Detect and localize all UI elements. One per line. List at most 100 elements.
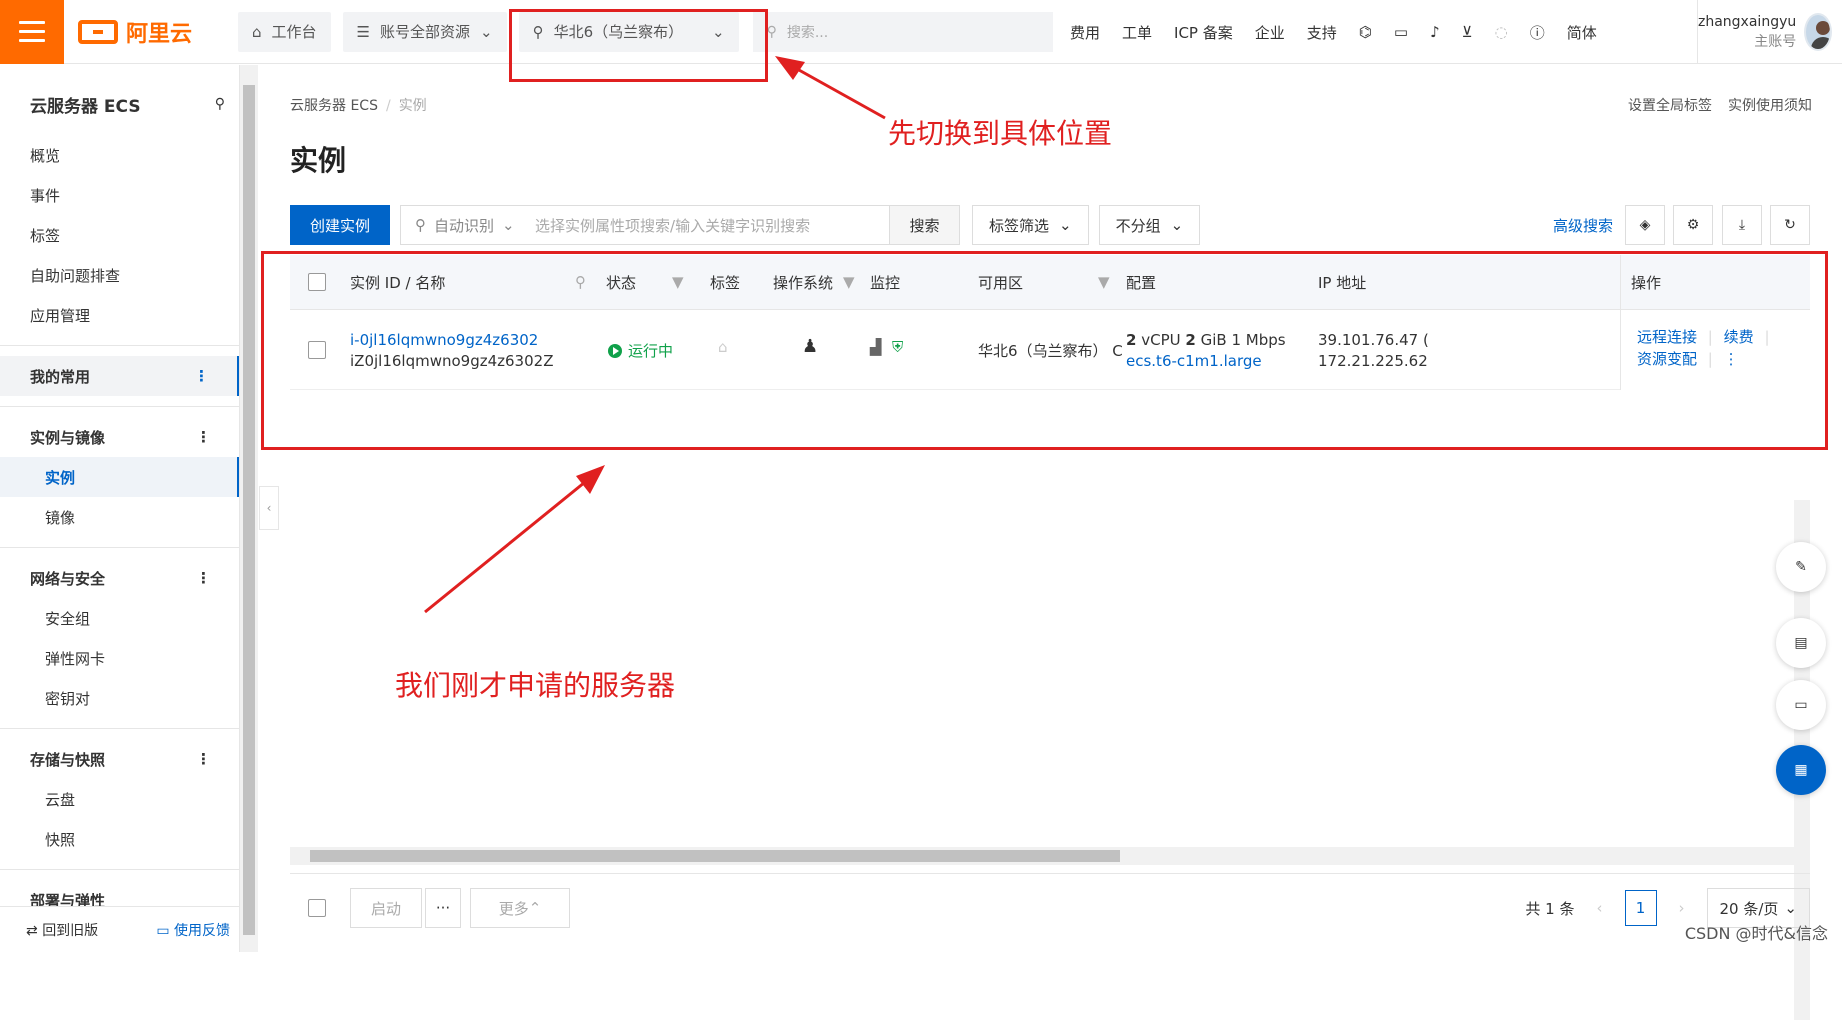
- apps-grid-icon[interactable]: ▦: [1776, 745, 1826, 795]
- back-to-old-version[interactable]: ⇄ 回到旧版: [26, 920, 98, 940]
- top-link-enterprise[interactable]: 企业: [1255, 22, 1285, 43]
- top-link-icp[interactable]: ICP 备案: [1174, 22, 1233, 43]
- sidebar-group-instances-images[interactable]: 实例与镜像 ⋮: [0, 417, 239, 457]
- gear-icon[interactable]: ⚙: [1673, 205, 1713, 245]
- collapse-sidebar-button[interactable]: ‹: [259, 486, 279, 530]
- bell-icon[interactable]: ♪: [1430, 23, 1440, 41]
- group-label: 我的常用: [30, 366, 90, 387]
- page-title: 实例: [290, 139, 346, 179]
- sidebar: 云服务器 ECS ⚲ 概览 事件 标签 自助问题排查 应用管理 我的常用 ⋮ 实…: [0, 65, 240, 952]
- sidebar-item-events[interactable]: 事件: [0, 175, 239, 215]
- divider: [0, 406, 239, 407]
- breadcrumb-ecs[interactable]: 云服务器 ECS: [290, 98, 378, 114]
- terminal-icon[interactable]: ▭: [1394, 23, 1408, 41]
- brand-logo[interactable]: 阿里云: [78, 16, 198, 48]
- sidebar-item-instance[interactable]: 实例: [0, 457, 239, 497]
- aliyun-logo-icon: [78, 20, 118, 44]
- top-link-support[interactable]: 支持: [1307, 22, 1337, 43]
- top-link-ticket[interactable]: 工单: [1122, 22, 1152, 43]
- footer-select-checkbox[interactable]: [308, 899, 326, 917]
- annotation-our-server: 我们刚才申请的服务器: [395, 664, 675, 704]
- start-button[interactable]: 启动: [350, 888, 422, 928]
- sidebar-title: 云服务器 ECS: [30, 92, 141, 117]
- chevron-down-icon: ⌄: [1784, 899, 1797, 917]
- more-vertical-icon[interactable]: ⋮: [196, 569, 211, 587]
- sidebar-item-keypair[interactable]: 密钥对: [0, 678, 239, 718]
- annotation-box-region: [509, 9, 768, 82]
- sidebar-group-storage[interactable]: 存储与快照 ⋮: [0, 739, 239, 779]
- tag-filter-dropdown[interactable]: 标签筛选 ⌄: [972, 205, 1089, 245]
- username: zhangxaingyu: [1698, 12, 1796, 32]
- more-button[interactable]: 更多⌃: [470, 888, 570, 928]
- layers-icon[interactable]: ◈: [1625, 205, 1665, 245]
- user-menu[interactable]: zhangxaingyu 主账号: [1697, 0, 1842, 64]
- more-vertical-icon[interactable]: ⋮: [196, 750, 211, 768]
- resource-selector[interactable]: ☰ 账号全部资源 ⌄: [343, 12, 507, 52]
- group-label: 实例与镜像: [30, 427, 105, 448]
- sidebar-item-troubleshoot[interactable]: 自助问题排查: [0, 255, 239, 295]
- edit-icon[interactable]: ✎: [1776, 542, 1826, 592]
- sidebar-footer: ⇄ 回到旧版 ▭ 使用反馈: [0, 906, 240, 952]
- account-type: 主账号: [1698, 32, 1796, 52]
- prev-page-icon[interactable]: ‹: [1597, 899, 1603, 917]
- sidebar-scrollbar[interactable]: [240, 65, 258, 952]
- sidebar-item-app-management[interactable]: 应用管理: [0, 295, 239, 335]
- chevron-up-icon: ⌃: [529, 899, 542, 917]
- chevron-down-icon: ⌄: [502, 216, 515, 234]
- sidebar-group-network[interactable]: 网络与安全 ⋮: [0, 558, 239, 598]
- sidebar-item-overview[interactable]: 概览: [0, 135, 239, 175]
- sidebar-group-favorites[interactable]: 我的常用 ⋮: [0, 356, 239, 396]
- table-horizontal-scrollbar[interactable]: [290, 847, 1810, 865]
- scrollbar-thumb[interactable]: [310, 850, 1120, 862]
- global-search-input[interactable]: ⚲ 搜索...: [753, 12, 1053, 52]
- group-label: 存储与快照: [30, 749, 105, 770]
- breadcrumb: 云服务器 ECS/实例: [290, 95, 427, 115]
- more-actions-button[interactable]: ···: [425, 888, 461, 928]
- chat-icon[interactable]: ▭: [1776, 680, 1826, 730]
- search-button[interactable]: 搜索: [889, 206, 959, 244]
- instance-notice-link[interactable]: 实例使用须知: [1728, 95, 1812, 115]
- list-icon: ☰: [357, 23, 370, 41]
- instance-search-input[interactable]: 选择实例属性项搜索/输入关键字识别搜索: [531, 215, 889, 236]
- top-link-fee[interactable]: 费用: [1070, 22, 1100, 43]
- chevron-down-icon: ⌄: [1059, 216, 1072, 234]
- page-number[interactable]: 1: [1625, 890, 1657, 926]
- sidebar-item-image[interactable]: 镜像: [0, 497, 239, 537]
- sidebar-item-eni[interactable]: 弹性网卡: [0, 638, 239, 678]
- divider: [0, 345, 239, 346]
- language-switch[interactable]: 简体: [1567, 22, 1597, 43]
- divider: [0, 869, 239, 870]
- sidebar-item-snapshot[interactable]: 快照: [0, 819, 239, 859]
- next-page-icon[interactable]: ›: [1679, 899, 1685, 917]
- sidebar-item-security-group[interactable]: 安全组: [0, 598, 239, 638]
- more-vertical-icon[interactable]: ⋮: [196, 428, 211, 446]
- sidebar-item-tags[interactable]: 标签: [0, 215, 239, 255]
- old-version-label: 回到旧版: [42, 923, 98, 939]
- help-icon[interactable]: ⓘ: [1530, 22, 1545, 43]
- table-footer: 启动 ··· 更多⌃ 共 1 条 ‹ 1 › 20 条/页 ⌄: [290, 873, 1810, 933]
- annotation-box-instance: [261, 251, 1828, 450]
- advanced-search-link[interactable]: 高级搜索: [1553, 215, 1613, 236]
- lightbulb-icon[interactable]: ◌: [1495, 23, 1508, 41]
- sidebar-item-disk[interactable]: 云盘: [0, 779, 239, 819]
- workbench-button[interactable]: ⌂ 工作台: [238, 12, 331, 52]
- divider: [0, 547, 239, 548]
- download-icon[interactable]: ⤓: [1722, 205, 1762, 245]
- feedback-link[interactable]: ▭ 使用反馈: [156, 920, 230, 940]
- menu-icon[interactable]: [0, 0, 64, 64]
- top-links: 费用 工单 ICP 备案 企业 支持 ⌬ ▭ ♪ ⊻ ◌ ⓘ 简体: [1070, 0, 1597, 64]
- chevron-down-icon: ⌄: [480, 23, 493, 41]
- avatar[interactable]: [1804, 13, 1832, 51]
- search-type-dropdown[interactable]: ⚲ 自动识别 ⌄: [401, 215, 531, 236]
- refresh-icon[interactable]: ↻: [1770, 205, 1810, 245]
- feedback-label: 使用反馈: [174, 923, 230, 939]
- group-dropdown[interactable]: 不分组 ⌄: [1099, 205, 1201, 245]
- scrollbar-thumb[interactable]: [243, 85, 255, 935]
- search-icon[interactable]: ⚲: [215, 96, 225, 112]
- create-instance-button[interactable]: 创建实例: [290, 205, 390, 245]
- code-icon[interactable]: ⌬: [1359, 23, 1372, 41]
- more-vertical-icon[interactable]: ⋮: [194, 367, 209, 385]
- cart-icon[interactable]: ⊻: [1462, 23, 1473, 41]
- docs-icon[interactable]: ▤: [1776, 618, 1826, 668]
- global-tag-settings-link[interactable]: 设置全局标签: [1628, 95, 1712, 115]
